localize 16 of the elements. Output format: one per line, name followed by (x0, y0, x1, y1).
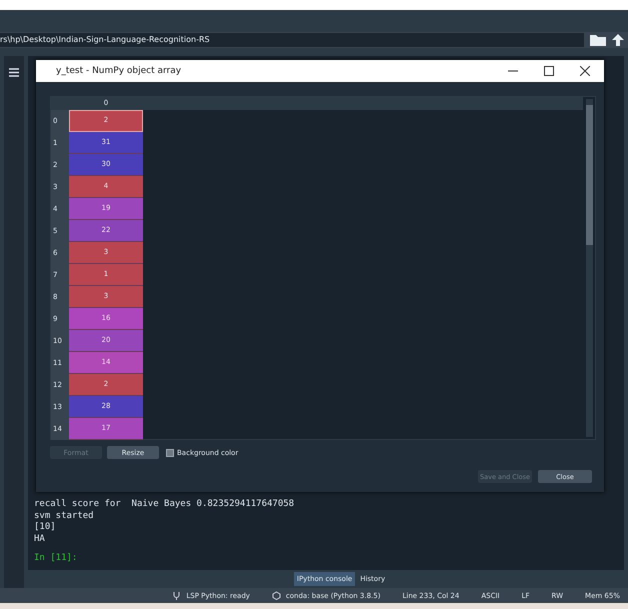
folder-icon[interactable] (590, 34, 606, 46)
console-output-line: recall score for Naive Bayes 0.8235294117647058 (34, 499, 296, 510)
path-field[interactable]: rs\hp\Desktop\Indian-Sign-Language-Recognition-RS (0, 33, 584, 47)
console-output-line: [10] (34, 522, 57, 534)
scrollbar[interactable] (586, 99, 593, 437)
menu-icon[interactable] (9, 68, 19, 77)
console-prompt: In [11]: (34, 553, 78, 564)
up-arrow-icon[interactable] (612, 34, 624, 46)
console-output-line: HA (34, 534, 46, 545)
dialog-title: y_test - NumPy object array (56, 66, 182, 76)
maximize-icon[interactable] (544, 66, 554, 76)
checkbox[interactable] (166, 448, 174, 456)
close-icon[interactable] (580, 66, 590, 76)
cube-icon (272, 591, 281, 600)
plug-icon (172, 591, 182, 600)
console-output-line: svm started (34, 510, 95, 522)
